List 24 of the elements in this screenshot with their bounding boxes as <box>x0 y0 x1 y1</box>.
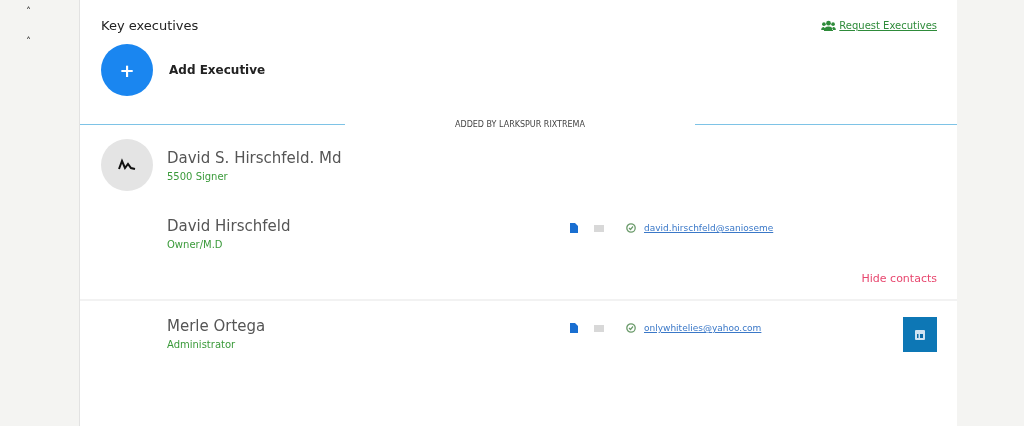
executive-role: 5500 Signer <box>167 170 229 182</box>
signature-avatar-icon <box>101 139 153 191</box>
add-executive-label: Add Executive <box>169 63 266 77</box>
document-icon[interactable] <box>570 323 578 333</box>
add-executive-button[interactable]: + <box>101 44 153 96</box>
collapse-caret[interactable]: ˄ <box>26 36 31 48</box>
check-circle-icon <box>626 323 636 333</box>
linkedin-icon <box>915 329 925 340</box>
document-icon[interactable] <box>570 223 578 233</box>
executive-name: David S. Hirschfeld. Md <box>167 148 342 167</box>
section-label: ADDED BY LARKSPUR RIXTREMA <box>454 119 586 129</box>
contact-name: Merle Ortega <box>167 317 267 335</box>
check-circle-icon <box>626 223 636 233</box>
contact-name: David Hirschfeld <box>167 217 292 235</box>
email-link[interactable]: onlywhitelies@yahoo.com <box>644 323 762 333</box>
request-executives-link[interactable]: Request Executives <box>821 20 937 31</box>
hide-contacts-link[interactable]: Hide contacts <box>861 272 937 285</box>
section-title: Key executives <box>101 18 199 33</box>
contact-role: Owner/M.D <box>167 239 224 250</box>
linkedin-button[interactable] <box>903 317 937 352</box>
people-icon <box>821 20 837 31</box>
collapse-caret[interactable]: ˄ <box>26 6 31 18</box>
email-link[interactable]: david.hirschfeld@sanioseme <box>644 223 774 233</box>
contact-role: Administrator <box>167 339 237 350</box>
